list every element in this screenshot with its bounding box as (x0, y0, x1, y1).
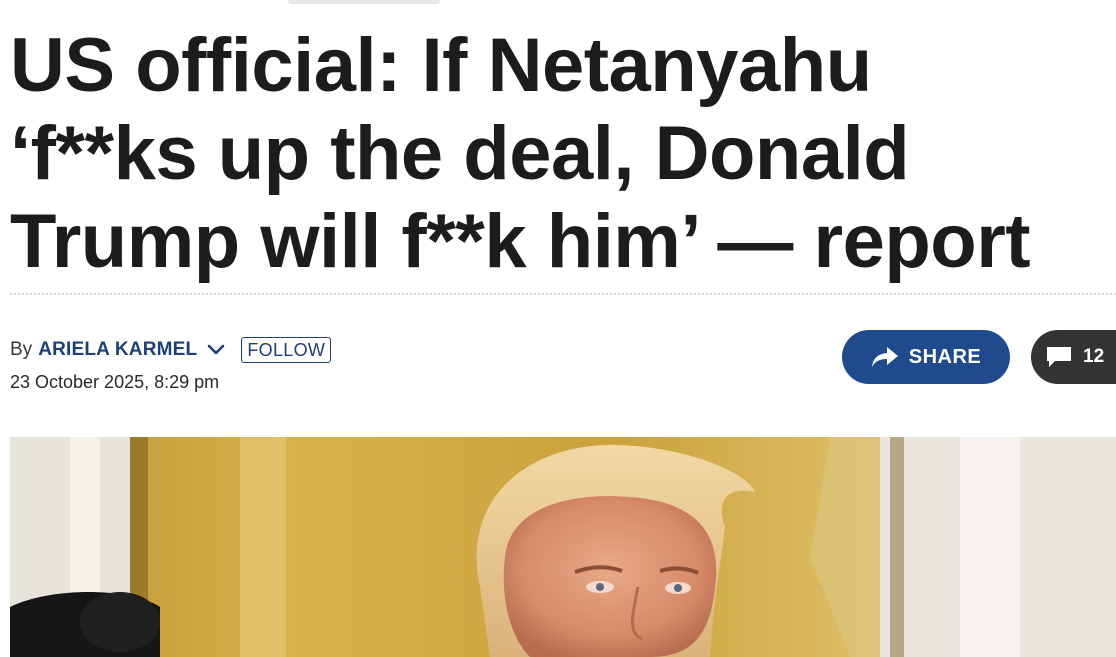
share-button-label: SHARE (908, 345, 982, 368)
article-hero-photo (10, 437, 1116, 657)
headline-line-2: ‘f**ks up the deal, Donald (10, 111, 910, 196)
headline-line-1: US official: If Netanyahu (10, 23, 872, 108)
publish-date: 23 October 2025, 8:29 pm (10, 372, 220, 392)
author-name-link[interactable]: ARIELA KARMEL (38, 339, 197, 361)
share-arrow-icon (871, 347, 898, 367)
top-tab-stub (288, 0, 440, 4)
article-headline: US official: If Netanyahu ‘f**ks up the … (10, 22, 1100, 286)
comments-button[interactable]: 12 (1031, 330, 1116, 384)
comment-bubble-icon (1047, 347, 1071, 367)
chevron-down-icon[interactable] (207, 344, 225, 356)
follow-button[interactable]: FOLLOW (241, 337, 332, 363)
article-page: US official: If Netanyahu ‘f**ks up the … (0, 0, 1116, 657)
byline: By ARIELA KARMEL FOLLOW (10, 336, 332, 364)
comment-count: 12 (1083, 346, 1105, 367)
headline-divider (10, 293, 1116, 295)
share-button[interactable]: SHARE (842, 330, 1010, 384)
headline-line-3: Trump will f**k him’ — report (10, 199, 1031, 284)
byline-by-label: By (10, 339, 33, 360)
